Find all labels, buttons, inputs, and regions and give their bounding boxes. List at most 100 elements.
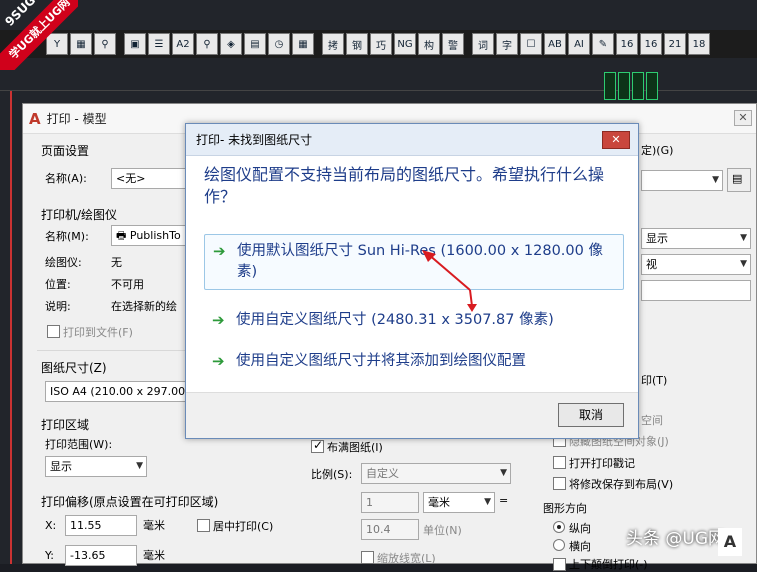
annotation-line-2 [469,289,473,307]
print-dialog-title: 打印 - 模型 [46,112,107,126]
print-area-heading: 打印区域 [41,418,90,432]
block-icon[interactable]: ▣ [124,33,146,55]
option-custom-add-paper[interactable]: ➔ 使用自定义图纸尺寸并将其添加到绘图仪配置 [204,345,624,378]
steel-icon[interactable]: 钢 [346,33,368,55]
chevron-down-icon: ▼ [136,461,143,471]
fit-paper-label: 布满图纸(I) [327,441,383,454]
warn-icon[interactable]: 警 [442,33,464,55]
l18-icon[interactable]: 18 [688,33,710,55]
offset-y-value: -13.65 [70,549,106,562]
cancel-button[interactable]: 取消 [558,403,624,427]
print-close-button[interactable]: ✕ [734,110,752,126]
offset-heading: 打印偏移(原点设置在可打印区域) [41,495,219,509]
paper-size-value: ISO A4 (210.00 x 297.00 [50,385,186,398]
equals-sign: = [499,494,509,507]
print-range-select[interactable]: 显示 ▼ [45,456,147,477]
annotation-head-2 [467,304,477,312]
desc-value: 在选择新的绘 [111,300,177,313]
search-icon[interactable]: ⚲ [94,33,116,55]
page-setup-heading: 页面设置 [41,144,90,158]
style-table-fragment: 定)(G) [641,144,674,157]
shade-select-1[interactable]: 显示 ▼ [641,228,751,249]
skill-icon[interactable]: 巧 [370,33,392,55]
l16-icon[interactable]: 16 [640,33,662,55]
tag-icon[interactable]: ✎ [592,33,614,55]
l6-icon[interactable]: 16 [616,33,638,55]
cad-label-box [618,72,630,100]
orientation-heading: 图形方向 [543,502,587,515]
style-table-select[interactable]: ▼ [641,170,723,191]
print-to-file-label: 打印到文件(F) [63,326,133,339]
dpi-input[interactable] [641,280,751,301]
fit-paper-checkbox[interactable] [311,438,324,453]
site-badge: 学UG就上UG网 9SUG [0,0,78,70]
plotter-label: 绘图仪: [45,256,82,269]
center-print-checkbox[interactable] [197,519,210,532]
portrait-label: 纵向 [569,522,591,535]
alert-footer: 取消 [186,392,638,438]
struct-icon[interactable]: 构 [418,33,440,55]
plot-stamp-checkbox[interactable] [553,456,566,469]
ai-icon[interactable]: AI [568,33,590,55]
printer-name-value: PublishTo [129,229,181,242]
edit-style-button[interactable]: ▤ [727,168,751,192]
scale-unit1-select[interactable]: 毫米 ▼ [423,492,495,513]
annotation-line-1 [427,253,471,291]
save-layout-checkbox[interactable] [553,477,566,490]
page-setup-name-value: <无> [116,172,146,185]
toolbar-separator [466,33,470,55]
portrait-radio[interactable] [553,521,565,533]
alert-close-button[interactable]: ✕ [602,131,630,149]
cad-grid-line [10,90,12,564]
upside-down-label: 上下颠倒打印(-) [569,558,648,571]
location-value: 不可用 [111,278,144,291]
cad-toolbar: Y ▦ ⚲ ▣ ☰ A2 ⚲ ◈ ▤ ◷ ▦ 拷钢巧 NG 构警词字 ☐ AB AI ✎ 16 16 21 18 [0,30,757,58]
option-default-paper[interactable]: ➔ 使用默认图纸尺寸 Sun Hi-Res (1600.00 x 1280.00… [204,234,624,290]
scale-v1-value: 1 [366,496,373,509]
scale-v2-input[interactable]: 10.4 [361,519,419,540]
clock-icon[interactable]: ◷ [268,33,290,55]
scale-value: 自定义 [366,467,399,480]
scale-v1-input[interactable]: 1 [361,492,419,513]
offset-y-input[interactable]: -13.65 [65,545,137,566]
char-icon[interactable]: 字 [496,33,518,55]
arrow-right-icon: ➔ [212,311,225,329]
offset-y-label: Y: [45,549,54,562]
copy-icon[interactable]: 词 [472,33,494,55]
shade-select-2[interactable]: 视 ▼ [641,254,751,275]
offset-x-input[interactable]: 11.55 [65,515,137,536]
ab-icon[interactable]: AB [544,33,566,55]
cad-label-box [632,72,644,100]
print-option-fragment: 印(T) [641,374,668,387]
paper-space-fragment: 空间 [641,414,663,427]
option-custom-paper[interactable]: ➔ 使用自定义图纸尺寸 (2480.31 x 3507.87 像素) [204,304,624,337]
layer-icon[interactable]: ▤ [244,33,266,55]
erase-icon[interactable]: ☐ [520,33,542,55]
landscape-radio[interactable] [553,539,565,551]
alert-title: 打印- 未找到图纸尺寸 [196,133,313,147]
paper-size-select[interactable]: ISO A4 (210.00 x 297.00 [45,381,201,402]
printer-name-label: 名称(M): [45,230,89,243]
shade-1-value: 显示 [646,232,668,245]
alert-titlebar: 打印- 未找到图纸尺寸 [186,124,638,156]
watermark-logo: A [718,528,742,556]
shade-2-value: 视 [646,258,657,271]
offset-x-unit: 毫米 [143,519,165,532]
list-icon[interactable]: ☰ [148,33,170,55]
print-to-file-checkbox[interactable] [47,325,60,338]
scale-select[interactable]: 自定义 ▼ [361,463,511,484]
watermark-text: 头条 @UG网 [626,529,726,549]
alert-question: 绘图仪配置不支持当前布局的图纸尺寸。希望执行什么操作？ [204,165,605,206]
upside-down-checkbox[interactable] [553,558,566,571]
ng-icon[interactable]: NG [394,33,416,55]
arrow-right-icon: ➔ [213,242,226,260]
l21-icon[interactable]: 21 [664,33,686,55]
grid-icon[interactable]: ▦ [292,33,314,55]
scale-lineweight-checkbox[interactable] [361,551,374,564]
zoom-icon[interactable]: ⚲ [196,33,218,55]
text-icon[interactable]: 拷 [322,33,344,55]
edit-icon: ▤ [732,172,743,185]
hatch-icon[interactable]: ◈ [220,33,242,55]
a2-icon[interactable]: A2 [172,33,194,55]
offset-x-value: 11.55 [70,519,102,532]
